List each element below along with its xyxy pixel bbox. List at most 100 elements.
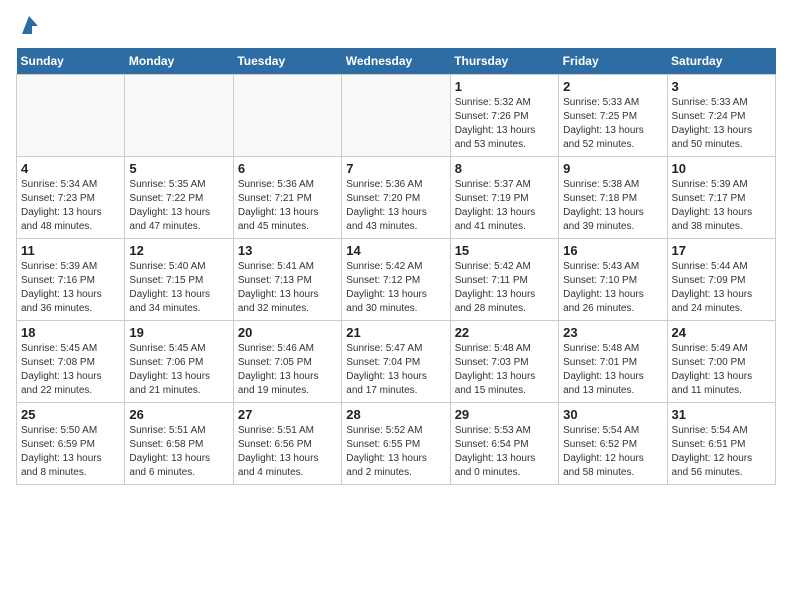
day-number: 31 [672,407,771,422]
calendar-cell: 10Sunrise: 5:39 AM Sunset: 7:17 PM Dayli… [667,157,775,239]
day-info: Sunrise: 5:48 AM Sunset: 7:03 PM Dayligh… [455,342,554,398]
day-number: 16 [563,243,662,258]
day-number: 3 [672,79,771,94]
day-number: 15 [455,243,554,258]
calendar-cell: 17Sunrise: 5:44 AM Sunset: 7:09 PM Dayli… [667,239,775,321]
day-number: 30 [563,407,662,422]
calendar-cell: 9 Sunrise: 5:38 AM Sunset: 7:18 PM Daylig… [559,157,667,239]
weekday-header-sunday: Sunday [17,48,125,75]
day-number: 4 [21,161,120,176]
day-number: 28 [346,407,445,422]
day-info: Sunrise: 5:38 AM Sunset: 7:18 PM Dayligh… [563,178,662,234]
calendar-cell: 31 Sunrise: 5:54 AM Sunset: 6:51 PM Dayli… [667,403,775,485]
day-info: Sunrise: 5:54 AM Sunset: 6:51 PM Dayligh… [672,424,771,480]
day-number: 5 [129,161,228,176]
day-info: Sunrise: 5:35 AM Sunset: 7:22 PM Dayligh… [129,178,228,234]
day-info: Sunrise: 5:37 AM Sunset: 7:19 PM Dayligh… [455,178,554,234]
calendar-cell: 19Sunrise: 5:45 AM Sunset: 7:06 PM Dayli… [125,321,233,403]
weekday-header-thursday: Thursday [450,48,558,75]
logo [16,16,40,36]
day-info: Sunrise: 5:47 AM Sunset: 7:04 PM Dayligh… [346,342,445,398]
day-number: 20 [238,325,337,340]
weekday-header-friday: Friday [559,48,667,75]
day-info: Sunrise: 5:53 AM Sunset: 6:54 PM Dayligh… [455,424,554,480]
day-info: Sunrise: 5:45 AM Sunset: 7:08 PM Dayligh… [21,342,120,398]
calendar-cell: 7 Sunrise: 5:36 AM Sunset: 7:20 PM Daylig… [342,157,450,239]
day-info: Sunrise: 5:51 AM Sunset: 6:56 PM Dayligh… [238,424,337,480]
calendar-cell: 27Sunrise: 5:51 AM Sunset: 6:56 PM Dayli… [233,403,341,485]
day-number: 18 [21,325,120,340]
day-info: Sunrise: 5:46 AM Sunset: 7:05 PM Dayligh… [238,342,337,398]
calendar-cell: 1Sunrise: 5:32 AM Sunset: 7:26 PM Daylig… [450,75,558,157]
calendar-cell: 30Sunrise: 5:54 AM Sunset: 6:52 PM Dayli… [559,403,667,485]
calendar-cell: 12Sunrise: 5:40 AM Sunset: 7:15 PM Dayli… [125,239,233,321]
logo-icon [18,14,40,36]
day-number: 17 [672,243,771,258]
day-info: Sunrise: 5:39 AM Sunset: 7:16 PM Dayligh… [21,260,120,316]
day-number: 13 [238,243,337,258]
day-number: 23 [563,325,662,340]
day-number: 6 [238,161,337,176]
day-info: Sunrise: 5:33 AM Sunset: 7:25 PM Dayligh… [563,96,662,152]
day-number: 22 [455,325,554,340]
day-info: Sunrise: 5:51 AM Sunset: 6:58 PM Dayligh… [129,424,228,480]
day-number: 11 [21,243,120,258]
calendar-cell: 5 Sunrise: 5:35 AM Sunset: 7:22 PM Daylig… [125,157,233,239]
day-number: 24 [672,325,771,340]
day-info: Sunrise: 5:42 AM Sunset: 7:12 PM Dayligh… [346,260,445,316]
day-info: Sunrise: 5:34 AM Sunset: 7:23 PM Dayligh… [21,178,120,234]
calendar-cell: 2 Sunrise: 5:33 AM Sunset: 7:25 PM Daylig… [559,75,667,157]
calendar-cell [342,75,450,157]
day-number: 19 [129,325,228,340]
day-info: Sunrise: 5:40 AM Sunset: 7:15 PM Dayligh… [129,260,228,316]
calendar-cell: 23 Sunrise: 5:48 AM Sunset: 7:01 PM Dayli… [559,321,667,403]
calendar-week-4: 18 Sunrise: 5:45 AM Sunset: 7:08 PM Dayli… [17,321,776,403]
day-info: Sunrise: 5:52 AM Sunset: 6:55 PM Dayligh… [346,424,445,480]
day-number: 10 [672,161,771,176]
calendar-header-row: SundayMondayTuesdayWednesdayThursdayFrid… [17,48,776,75]
day-info: Sunrise: 5:36 AM Sunset: 7:20 PM Dayligh… [346,178,445,234]
calendar-cell: 29Sunrise: 5:53 AM Sunset: 6:54 PM Dayli… [450,403,558,485]
calendar-cell: 22 Sunrise: 5:48 AM Sunset: 7:03 PM Dayli… [450,321,558,403]
calendar-cell: 26 Sunrise: 5:51 AM Sunset: 6:58 PM Dayli… [125,403,233,485]
calendar-cell: 21 Sunrise: 5:47 AM Sunset: 7:04 PM Dayli… [342,321,450,403]
day-number: 7 [346,161,445,176]
day-number: 21 [346,325,445,340]
calendar-cell: 18 Sunrise: 5:45 AM Sunset: 7:08 PM Dayli… [17,321,125,403]
day-info: Sunrise: 5:49 AM Sunset: 7:00 PM Dayligh… [672,342,771,398]
calendar-cell: 8 Sunrise: 5:37 AM Sunset: 7:19 PM Daylig… [450,157,558,239]
weekday-header-tuesday: Tuesday [233,48,341,75]
calendar-cell: 16 Sunrise: 5:43 AM Sunset: 7:10 PM Dayli… [559,239,667,321]
calendar-cell [233,75,341,157]
calendar-week-3: 11 Sunrise: 5:39 AM Sunset: 7:16 PM Dayli… [17,239,776,321]
weekday-header-wednesday: Wednesday [342,48,450,75]
day-number: 2 [563,79,662,94]
day-info: Sunrise: 5:41 AM Sunset: 7:13 PM Dayligh… [238,260,337,316]
calendar-table: SundayMondayTuesdayWednesdayThursdayFrid… [16,48,776,485]
day-info: Sunrise: 5:33 AM Sunset: 7:24 PM Dayligh… [672,96,771,152]
calendar-cell: 4 Sunrise: 5:34 AM Sunset: 7:23 PM Daylig… [17,157,125,239]
calendar-cell: 11 Sunrise: 5:39 AM Sunset: 7:16 PM Dayli… [17,239,125,321]
day-info: Sunrise: 5:43 AM Sunset: 7:10 PM Dayligh… [563,260,662,316]
day-info: Sunrise: 5:36 AM Sunset: 7:21 PM Dayligh… [238,178,337,234]
calendar-cell: 15Sunrise: 5:42 AM Sunset: 7:11 PM Dayli… [450,239,558,321]
day-number: 14 [346,243,445,258]
calendar-cell: 25 Sunrise: 5:50 AM Sunset: 6:59 PM Dayli… [17,403,125,485]
day-info: Sunrise: 5:48 AM Sunset: 7:01 PM Dayligh… [563,342,662,398]
day-number: 25 [21,407,120,422]
calendar-cell: 14 Sunrise: 5:42 AM Sunset: 7:12 PM Dayli… [342,239,450,321]
calendar-cell: 13 Sunrise: 5:41 AM Sunset: 7:13 PM Dayli… [233,239,341,321]
day-info: Sunrise: 5:32 AM Sunset: 7:26 PM Dayligh… [455,96,554,152]
weekday-header-monday: Monday [125,48,233,75]
day-number: 8 [455,161,554,176]
calendar-week-5: 25 Sunrise: 5:50 AM Sunset: 6:59 PM Dayli… [17,403,776,485]
day-number: 26 [129,407,228,422]
calendar-cell [125,75,233,157]
calendar-week-1: 1Sunrise: 5:32 AM Sunset: 7:26 PM Daylig… [17,75,776,157]
calendar-cell: 28 Sunrise: 5:52 AM Sunset: 6:55 PM Dayli… [342,403,450,485]
day-number: 9 [563,161,662,176]
calendar-week-2: 4 Sunrise: 5:34 AM Sunset: 7:23 PM Daylig… [17,157,776,239]
calendar-cell: 24 Sunrise: 5:49 AM Sunset: 7:00 PM Dayli… [667,321,775,403]
weekday-header-saturday: Saturday [667,48,775,75]
day-info: Sunrise: 5:50 AM Sunset: 6:59 PM Dayligh… [21,424,120,480]
